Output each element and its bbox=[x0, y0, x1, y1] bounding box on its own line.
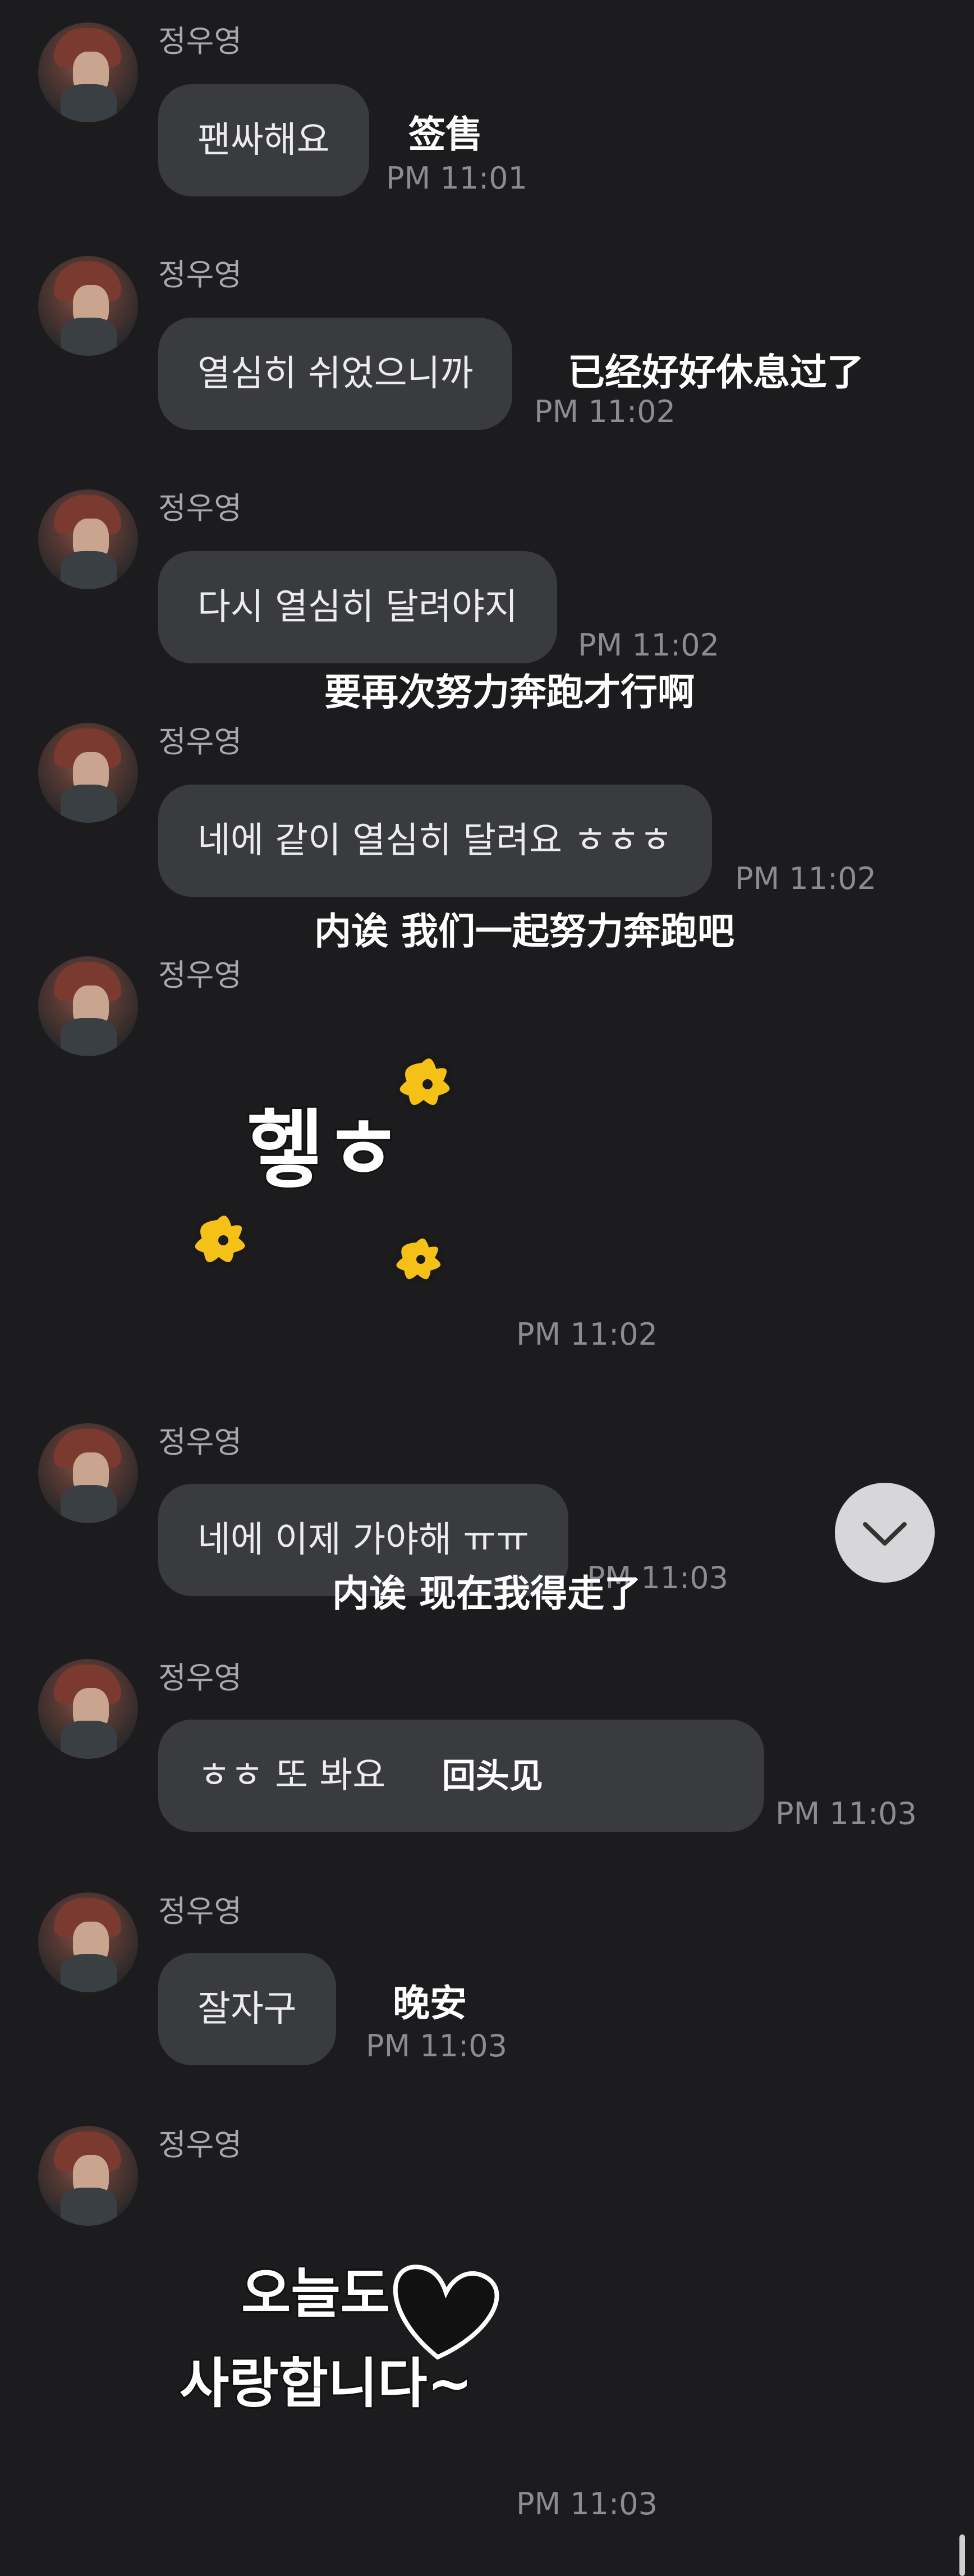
translation-text: 回头见 bbox=[442, 1757, 543, 1796]
avatar[interactable] bbox=[38, 1659, 138, 1759]
message-time: PM 11:02 bbox=[578, 627, 719, 663]
message-time: PM 11:01 bbox=[386, 161, 527, 196]
message-bubble[interactable]: 잘자구 bbox=[158, 1953, 336, 2065]
message-time: PM 11:02 bbox=[534, 394, 676, 429]
sticker-image[interactable]: 오늘도 사랑합니다~ bbox=[168, 2222, 516, 2469]
avatar[interactable] bbox=[38, 1892, 138, 1992]
sender-name: 정우영 bbox=[158, 491, 242, 526]
sender-name: 정우영 bbox=[158, 957, 242, 993]
translation-text: 签售 bbox=[408, 113, 483, 156]
scrollbar[interactable] bbox=[959, 2534, 965, 2576]
message-bubble[interactable]: 열심히 쉬었으니까 bbox=[158, 318, 513, 430]
avatar[interactable] bbox=[38, 489, 138, 589]
message-text: ㅎㅎ 또 봐요 bbox=[197, 1755, 386, 1796]
sender-name: 정우영 bbox=[158, 1424, 242, 1460]
translation-text: 内诶 我们一起努力奔跑吧 bbox=[314, 910, 734, 953]
sticker-line: 오늘도 bbox=[241, 2262, 390, 2325]
avatar[interactable] bbox=[38, 2126, 138, 2226]
message-time: PM 11:03 bbox=[516, 2486, 658, 2522]
message-bubble[interactable]: 팬싸해요 bbox=[158, 84, 369, 196]
sender-name: 정우영 bbox=[158, 257, 242, 292]
heart-icon bbox=[393, 2265, 499, 2360]
sticker-line: 사랑합니다~ bbox=[180, 2352, 472, 2415]
translation-text: 内诶 现在我得走了 bbox=[332, 1572, 641, 1615]
translation-text: 要再次努力奔跑才行啊 bbox=[324, 671, 695, 714]
sender-name: 정우영 bbox=[158, 1894, 242, 1929]
scroll-down-button[interactable] bbox=[835, 1483, 935, 1583]
message-time: PM 11:02 bbox=[516, 1317, 658, 1352]
message-bubble[interactable]: ㅎㅎ 또 봐요 回头见 bbox=[158, 1720, 764, 1832]
avatar[interactable] bbox=[38, 956, 138, 1056]
translation-text: 已经好好休息过了 bbox=[568, 351, 864, 394]
avatar[interactable] bbox=[38, 256, 138, 356]
sticker-image[interactable]: 헿ㅎ bbox=[185, 1044, 522, 1313]
avatar[interactable] bbox=[38, 1423, 138, 1523]
sender-name: 정우영 bbox=[158, 2127, 242, 2162]
avatar[interactable] bbox=[38, 22, 138, 122]
message-time: PM 11:03 bbox=[775, 1796, 917, 1831]
sender-name: 정우영 bbox=[158, 24, 242, 59]
message-bubble[interactable]: 다시 열심히 달려야지 bbox=[158, 551, 557, 663]
message-time: PM 11:03 bbox=[366, 2028, 507, 2064]
message-time: PM 11:02 bbox=[735, 861, 876, 896]
avatar[interactable] bbox=[38, 723, 138, 823]
message-bubble[interactable]: 네에 같이 열심히 달려요 ㅎㅎㅎ bbox=[158, 785, 712, 897]
chevron-down-icon bbox=[863, 1522, 907, 1546]
translation-text: 晚安 bbox=[393, 1982, 467, 2025]
sender-name: 정우영 bbox=[158, 724, 242, 759]
sticker-text: 헿ㅎ bbox=[247, 1101, 402, 1199]
sender-name: 정우영 bbox=[158, 1660, 242, 1695]
